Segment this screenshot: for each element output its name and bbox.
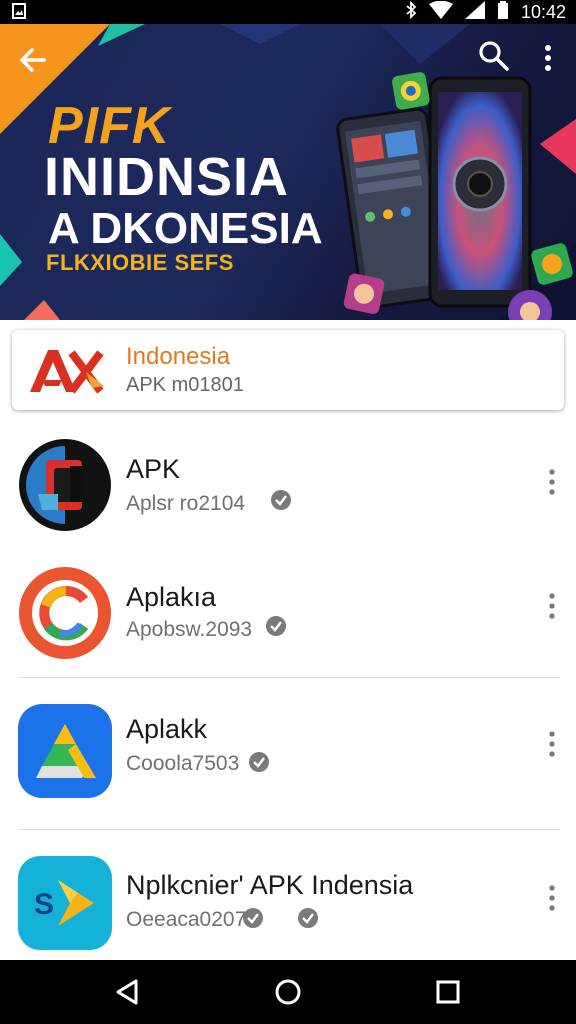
app-subtitle: Apobsw.2093 xyxy=(126,618,253,641)
item-more-icon[interactable] xyxy=(540,880,564,916)
featured-app-logo xyxy=(30,350,104,394)
app-title: APK xyxy=(126,454,181,484)
list-divider xyxy=(18,829,560,830)
smartphones-illustration xyxy=(336,72,573,320)
banner-tagline: FLKXIOBIE SEFS xyxy=(46,250,234,275)
signal-icon xyxy=(464,0,485,24)
battery-icon xyxy=(497,0,509,24)
verified-icon xyxy=(266,616,286,636)
app-list-item[interactable]: Aplakıa Apobsw.2093 xyxy=(0,544,576,684)
app-list-item[interactable]: APK Aplsr ro2104 xyxy=(0,416,576,556)
featured-app-card[interactable]: Indonesia APK m01801 xyxy=(12,330,564,410)
nav-recents-icon[interactable] xyxy=(432,976,464,1008)
app-icon-cyan-arrow: S xyxy=(18,856,112,950)
system-navigation-bar xyxy=(0,960,576,1024)
banner-headline-2: INIDNSIA xyxy=(44,147,290,207)
app-subtitle: Cooola7503 xyxy=(126,752,240,775)
nav-back-icon[interactable] xyxy=(112,976,144,1008)
nav-home-icon[interactable] xyxy=(272,976,304,1008)
wifi-icon xyxy=(428,0,453,24)
banner-headline-3: A DKONESIA xyxy=(48,204,323,253)
app-list-item[interactable]: S Nplkcnier' APK Indensia Oeeaca0207 xyxy=(0,834,576,960)
item-more-icon[interactable] xyxy=(540,726,564,762)
back-button[interactable] xyxy=(14,42,54,78)
app-title: Nplkcnier' APK Indensia xyxy=(126,870,414,900)
app-icon-blue-triangle xyxy=(18,704,112,798)
verified-icon xyxy=(243,908,263,928)
status-bar: 10:42 xyxy=(0,0,576,24)
svg-text:S: S xyxy=(34,888,54,921)
featured-app-title: Indonesia xyxy=(126,343,231,370)
app-subtitle: Oeeaca0207 xyxy=(126,908,247,931)
app-icon-orange-c xyxy=(19,567,111,659)
verified-icon xyxy=(298,908,318,928)
app-list-item[interactable]: Aplakk Cooola7503 xyxy=(0,682,576,822)
hero-banner: PIFK INIDNSIA A DKONESIA FLKXIOBIE SEFS xyxy=(0,24,576,320)
verified-icon xyxy=(249,752,269,772)
status-time: 10:42 xyxy=(520,1,566,22)
image-notification-icon xyxy=(12,3,26,24)
verified-icon xyxy=(271,490,291,510)
featured-app-subtitle: APK m01801 xyxy=(126,374,244,396)
app-icon-dark-ring xyxy=(19,439,111,531)
app-subtitle: Aplsr ro2104 xyxy=(126,492,246,515)
item-more-icon[interactable] xyxy=(540,464,564,500)
list-divider xyxy=(18,677,560,678)
bluetooth-icon xyxy=(405,0,417,24)
app-title: Aplakk xyxy=(126,714,208,744)
app-title: Aplakıa xyxy=(126,582,217,612)
item-more-icon[interactable] xyxy=(540,588,564,624)
